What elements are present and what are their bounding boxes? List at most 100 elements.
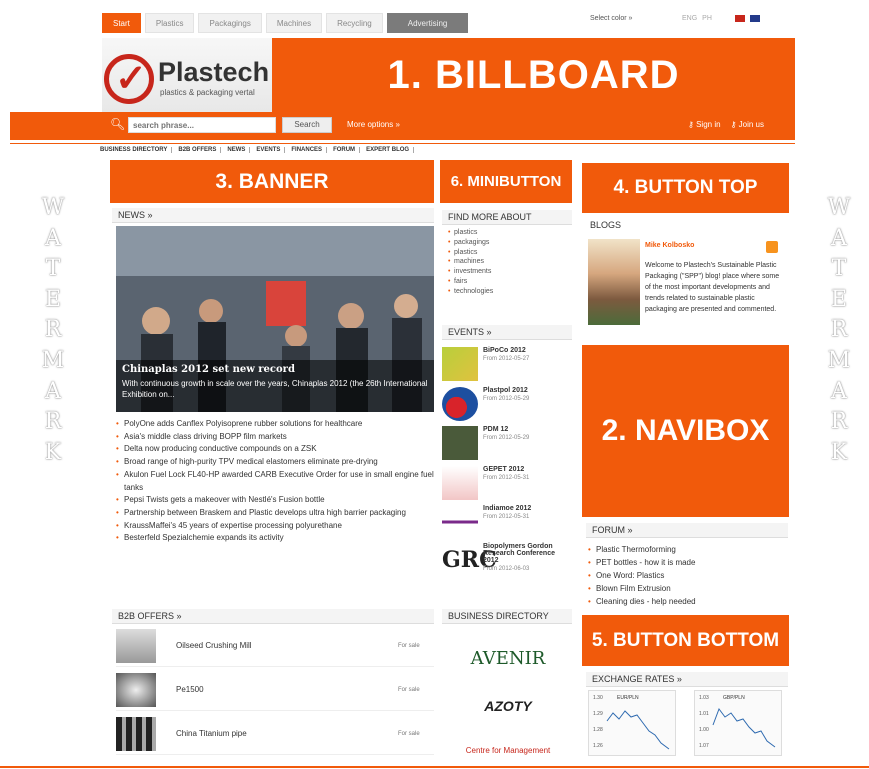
b2b-thumb-image [116,672,156,707]
eur-tick-label: 1.28 [593,727,603,733]
subnav-b2b-offers[interactable]: B2B OFFERS [178,147,222,153]
eur-rate-line [606,710,670,750]
event-item[interactable]: Indiamoe 2012 From 2012-05-31 [442,505,572,543]
subnav-business-directory[interactable]: BUSINESS DIRECTORY [100,147,173,153]
tab-machines[interactable]: Machines [265,13,323,33]
avenir-logo[interactable]: AVENIR [456,642,560,674]
lang-ph-button[interactable]: PH [702,15,712,22]
exchange-chart-eur[interactable]: 1.30 1.29 1.28 1.26 EUR/PLN [588,690,676,756]
news-item[interactable]: Delta now producing conductive compounds… [116,443,436,456]
join-us-link[interactable]: ⚷ Join us [731,120,764,129]
pl-flag-icon[interactable] [734,15,745,22]
news-item[interactable]: Broad range of high-purity TPV medical e… [116,456,436,469]
news-item[interactable]: PolyOne adds Canflex Polyisoprene rubber… [116,418,436,431]
banner-ad-slot[interactable]: 3. BANNER [110,160,434,203]
search-button[interactable]: Search [282,117,332,133]
event-item[interactable]: GRC Biopolymers Gordon Research Conferen… [442,543,572,603]
site-logo-subtitle: plastics & packaging vertal [160,88,255,97]
news-list: PolyOne adds Canflex Polyisoprene rubber… [116,418,436,545]
watermark-right: WATERMARK [824,193,854,468]
gbp-rate-line [712,707,776,748]
event-logo-icon [442,387,478,421]
user-icon: ⚷ [730,120,739,129]
wm-letter: M [41,347,65,373]
find-more-item[interactable]: packagings [448,238,493,248]
forum-item[interactable]: Blown Film Extrusion [588,582,696,595]
wm-letter: M [827,347,851,373]
forum-item[interactable]: PET bottles - how it is made [588,556,696,569]
subnav-events[interactable]: EVENTS [256,147,286,153]
navibox-ad-slot[interactable]: 2. NAVIBOX [582,345,789,517]
tab-packagings[interactable]: Packagings [198,13,262,33]
news-item[interactable]: Pepsi Twists gets a makeover with Nestlé… [116,494,436,507]
subnav-finances[interactable]: FINANCES [291,147,328,153]
event-item[interactable]: Plastpol 2012 From 2012-05-29 [442,387,572,425]
event-name: Plastpol 2012 [483,387,528,394]
uk-flag-icon[interactable] [749,15,760,22]
event-date: From 2012-05-31 [483,514,530,520]
exchange-rates-title[interactable]: EXCHANGE RATES » [586,672,788,687]
grc-logo-icon: GRC [442,547,497,573]
search-input[interactable] [128,117,276,133]
site-logo-title[interactable]: Plastech [158,57,269,88]
business-directory-title[interactable]: BUSINESS DIRECTORY [442,609,572,624]
minibutton-ad-slot[interactable]: 6. MINIBUTTON [440,160,572,203]
news-section-title[interactable]: NEWS » [112,208,434,223]
lang-eng-button[interactable]: ENG [682,15,697,22]
find-more-item[interactable]: investments [448,267,493,277]
centre-management-logo[interactable]: Centre for Management [456,734,560,766]
tab-advertising[interactable]: Advertising [386,13,469,33]
b2b-section-title[interactable]: B2B OFFERS » [112,609,434,624]
billboard-ad-slot[interactable]: 1. BILLBOARD [272,38,795,112]
event-text: PDM 12 From 2012-05-29 [483,426,529,441]
exchange-chart-gbp[interactable]: 1.03 1.01 1.00 1.07 GBP/PLN [694,690,782,756]
news-item[interactable]: KraussMaffei's 45 years of expertise pro… [116,520,436,533]
more-options-link[interactable]: More options » [347,120,400,129]
forum-item[interactable]: Plastic Thermoforming [588,543,696,556]
tab-recycling[interactable]: Recycling [326,13,383,33]
find-more-item[interactable]: plastics [448,248,493,258]
forum-item[interactable]: One Word: Plastics [588,569,696,582]
find-more-item[interactable]: technologies [448,287,493,297]
b2b-item-tag: For sale [398,686,420,693]
forum-section-title[interactable]: FORUM » [586,523,788,538]
event-item[interactable]: BiPoCo 2012 From 2012-05-27 [442,347,572,385]
tab-start[interactable]: Start [102,13,141,33]
forum-item[interactable]: Cleaning dies - help needed [588,595,696,608]
subnav-news[interactable]: NEWS [227,147,251,153]
wm-letter: R [830,317,848,343]
news-item[interactable]: Partnership between Braskem and Plastic … [116,507,436,520]
blogger-name[interactable]: Mike Kolbosko [645,242,694,249]
find-more-list: plastics packagings plastics machines in… [448,228,493,297]
news-feature-title[interactable]: Chinaplas 2012 set new record [122,364,428,375]
azoty-logo[interactable]: AZOTY [456,690,560,722]
subnav-expert-blog[interactable]: EXPERT BLOG [366,147,415,153]
news-item[interactable]: Akulon Fuel Lock FL40-HP awarded CARB Ex… [116,469,436,494]
events-section-title[interactable]: EVENTS » [442,325,572,340]
find-more-item[interactable]: machines [448,257,493,267]
find-more-item[interactable]: plastics [448,228,493,238]
tab-plastics[interactable]: Plastics [144,13,195,33]
button-top-ad-slot[interactable]: 4. BUTTON TOP [582,163,789,213]
event-item[interactable]: GEPET 2012 From 2012-05-31 [442,466,572,504]
blogger-avatar[interactable] [588,239,640,325]
gbp-tick-label: 1.01 [699,711,709,717]
button-bottom-ad-slot[interactable]: 5. BUTTON BOTTOM [582,615,789,666]
event-item[interactable]: PDM 12 From 2012-05-29 [442,426,572,464]
news-feature-caption[interactable]: Chinaplas 2012 set new record With conti… [116,360,434,412]
subnav-forum[interactable]: FORUM [333,147,361,153]
sign-in-link[interactable]: ⚷ Sign in [688,120,721,129]
event-text: Indiamoe 2012 From 2012-05-31 [483,505,531,520]
select-color-link[interactable]: Select color » [590,15,632,22]
b2b-thumb-image [116,716,156,751]
event-text: BiPoCo 2012 From 2012-05-27 [483,347,529,362]
news-item[interactable]: Besterfeld Spezialchemie expands its act… [116,532,436,545]
gbp-tick-label: 1.07 [699,743,709,749]
b2b-row[interactable]: Pe1500 For sale [116,669,434,711]
news-item[interactable]: Asia's middle class driving BOPP film ma… [116,431,436,444]
rss-icon[interactable] [766,241,778,253]
b2b-row[interactable]: Oilseed Crushing Mill For sale [116,625,434,667]
eur-tick-label: 1.26 [593,743,603,749]
b2b-row[interactable]: China Titanium pipe For sale [116,713,434,755]
find-more-item[interactable]: fairs [448,277,493,287]
